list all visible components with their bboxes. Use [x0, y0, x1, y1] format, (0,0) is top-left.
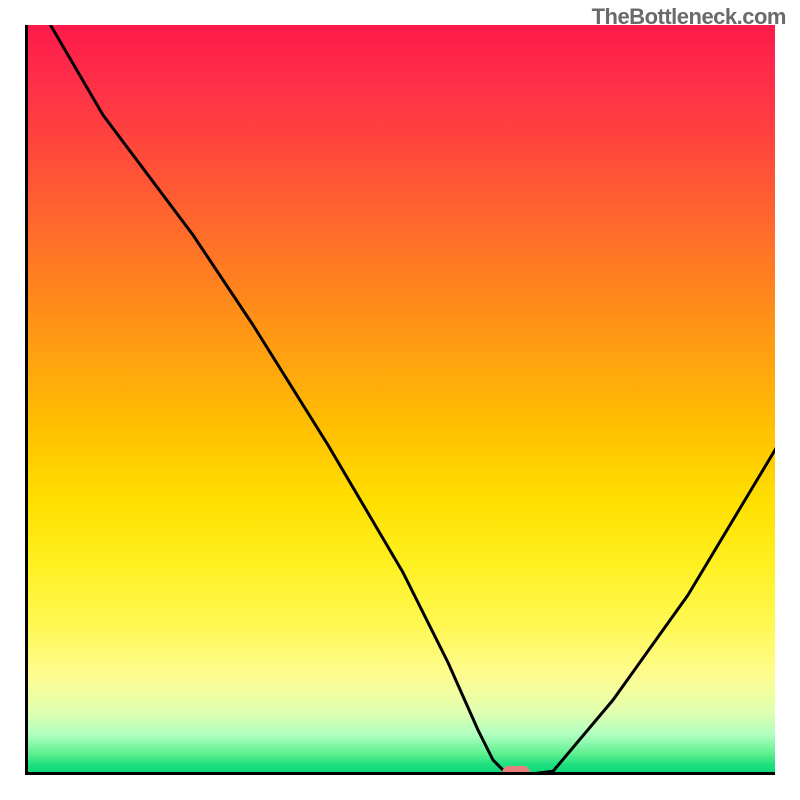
optimal-marker — [502, 766, 530, 775]
curve-path — [51, 25, 776, 775]
bottleneck-curve — [28, 25, 775, 775]
chart-plot-area — [25, 25, 775, 775]
